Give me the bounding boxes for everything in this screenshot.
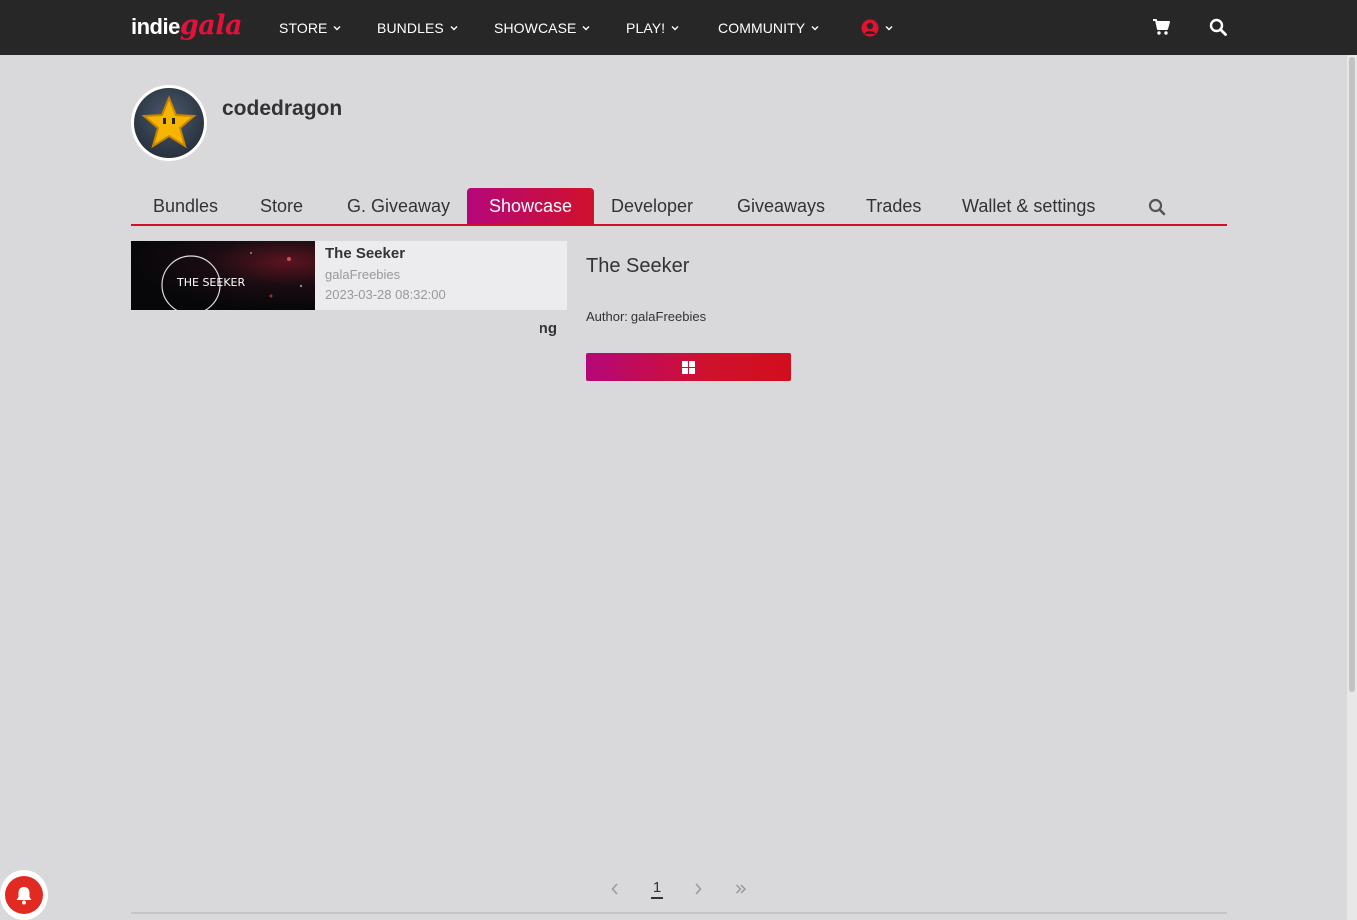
windows-icon	[682, 360, 695, 374]
page-number-1[interactable]: 1	[648, 879, 666, 899]
cart-icon[interactable]	[1152, 18, 1170, 41]
scrollbar-thumb[interactable]	[1349, 57, 1355, 692]
game-thumbnail: THE SEEKER	[131, 241, 315, 310]
nav-community[interactable]: COMMUNITY	[718, 0, 819, 55]
nav-bundles[interactable]: BUNDLES	[377, 0, 458, 55]
chevron-down-icon	[671, 25, 679, 30]
tab-search-icon[interactable]	[1148, 198, 1166, 221]
nav-store-label: STORE	[279, 19, 328, 36]
thumb-text: THE SEEKER	[176, 276, 245, 289]
star-icon	[141, 95, 197, 149]
nav-user-menu[interactable]	[861, 0, 893, 55]
indiegala-logo[interactable]: indie gala	[131, 10, 242, 46]
game-card-title: The Seeker	[325, 245, 406, 262]
top-navbar: indie gala STORE BUNDLES SHOWCASE PLAY! …	[0, 0, 1357, 55]
chevron-down-icon	[333, 25, 341, 30]
nav-store[interactable]: STORE	[279, 0, 341, 55]
detail-title: The Seeker	[586, 255, 690, 277]
chevron-down-icon	[885, 25, 893, 30]
last-page-icon[interactable]	[733, 879, 749, 899]
profile-tabs: Bundles Store G. Giveaway Showcase Devel…	[131, 188, 1227, 226]
profile-username: codedragon	[222, 97, 343, 120]
windows-download-button[interactable]	[586, 353, 791, 381]
tab-wallet-settings[interactable]: Wallet & settings	[940, 188, 1117, 224]
chevron-down-icon	[582, 25, 590, 30]
nav-showcase-label: SHOWCASE	[494, 19, 577, 36]
nav-showcase[interactable]: SHOWCASE	[494, 0, 590, 55]
notification-button[interactable]	[0, 870, 48, 920]
tab-bundles[interactable]: Bundles	[131, 188, 240, 224]
detail-author-name[interactable]: galaFreebies	[631, 309, 706, 324]
nav-play[interactable]: PLAY!	[626, 0, 679, 55]
user-icon	[861, 19, 879, 36]
tab-trades[interactable]: Trades	[844, 188, 943, 224]
tab-giveaways[interactable]: Giveaways	[715, 188, 847, 224]
prev-page-icon[interactable]	[608, 879, 622, 899]
tab-store[interactable]: Store	[238, 188, 325, 224]
game-card-date: 2023-03-28 08:32:00	[325, 287, 446, 302]
showcase-game-card[interactable]: THE SEEKER The Seeker galaFreebies 2023-…	[131, 241, 567, 310]
tab-g-giveaway[interactable]: G. Giveaway	[325, 188, 472, 224]
nav-bundles-label: BUNDLES	[377, 19, 444, 36]
search-icon[interactable]	[1209, 18, 1227, 41]
tab-showcase[interactable]: Showcase	[467, 188, 595, 224]
logo-text-gala: gala	[179, 10, 243, 41]
footer-divider	[131, 912, 1227, 914]
chevron-down-icon	[811, 25, 819, 30]
avatar[interactable]	[131, 85, 207, 161]
game-card-author[interactable]: galaFreebies	[325, 267, 400, 282]
overflow-text: ng	[540, 320, 557, 337]
detail-author: Author: galaFreebies	[586, 309, 706, 324]
avatar-image	[134, 88, 204, 158]
next-page-icon[interactable]	[691, 879, 705, 899]
nav-play-label: PLAY!	[626, 19, 666, 36]
logo-text-indie: indie	[131, 14, 180, 39]
bell-icon	[5, 876, 43, 914]
current-page: 1	[650, 879, 664, 899]
chevron-down-icon	[450, 25, 458, 30]
nav-community-label: COMMUNITY	[718, 19, 806, 36]
detail-author-label: Author:	[586, 309, 628, 324]
tab-developer[interactable]: Developer	[589, 188, 715, 224]
